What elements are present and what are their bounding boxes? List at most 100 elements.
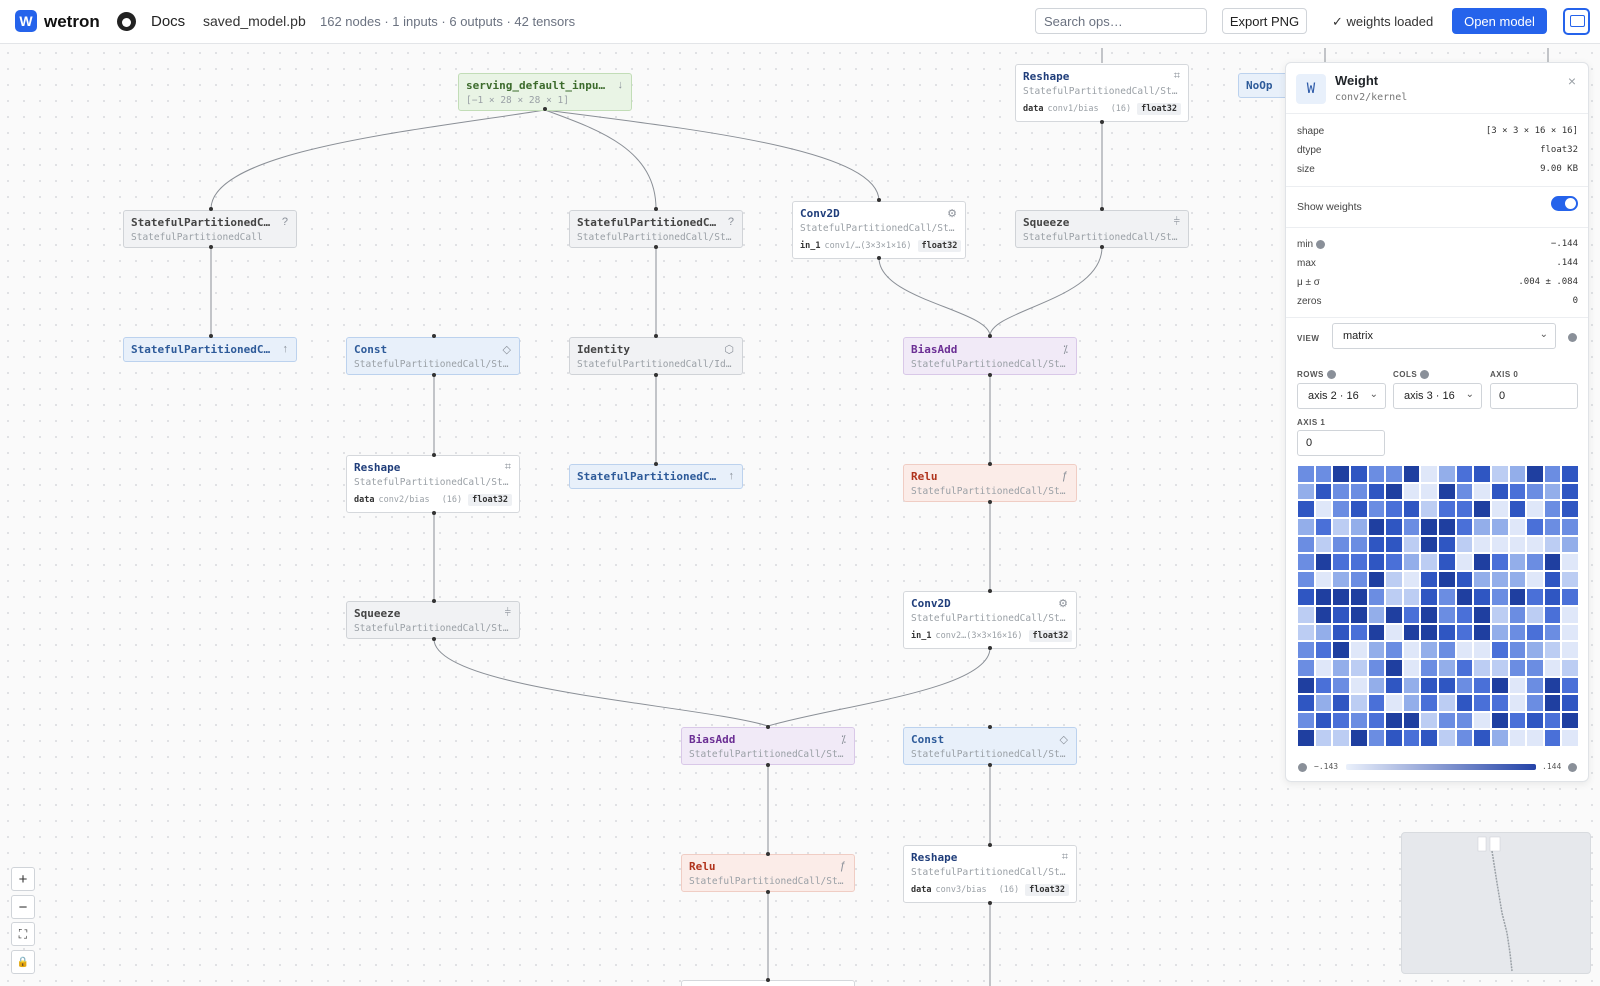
- heatmap-cell[interactable]: [1314, 517, 1333, 536]
- heatmap-cell[interactable]: [1526, 553, 1544, 571]
- heatmap-cell[interactable]: [1332, 553, 1350, 571]
- heatmap-cell[interactable]: [1349, 658, 1368, 677]
- heatmap-cell[interactable]: [1438, 517, 1456, 536]
- heatmap-cell[interactable]: [1420, 641, 1438, 659]
- heatmap-cell[interactable]: [1438, 641, 1456, 659]
- heatmap-cell[interactable]: [1508, 588, 1527, 606]
- heatmap-cell[interactable]: [1561, 553, 1579, 571]
- heatmap-cell[interactable]: [1297, 517, 1315, 536]
- heatmap-cell[interactable]: [1561, 517, 1579, 536]
- heatmap-cell[interactable]: [1490, 606, 1509, 624]
- heatmap-cell[interactable]: [1349, 729, 1368, 747]
- heatmap-cell[interactable]: [1385, 500, 1403, 518]
- heatmap-cell[interactable]: [1420, 729, 1438, 747]
- heatmap-cell[interactable]: [1438, 729, 1456, 747]
- github-icon[interactable]: [117, 12, 136, 31]
- graph-node[interactable]: Squeeze StatefulPartitionedCall/State… ⫩: [346, 601, 520, 639]
- heatmap-cell[interactable]: [1332, 517, 1350, 536]
- heatmap-cell[interactable]: [1438, 658, 1456, 677]
- heatmap-cell[interactable]: [1420, 500, 1438, 518]
- heatmap-cell[interactable]: [1490, 711, 1509, 730]
- heatmap-cell[interactable]: [1455, 676, 1474, 695]
- heatmap-cell[interactable]: [1297, 500, 1315, 518]
- heatmap-cell[interactable]: [1385, 676, 1403, 695]
- graph-node[interactable]: Const StatefulPartitionedCall/State… ◇: [903, 727, 1077, 765]
- graph-node[interactable]: serving_default_inputs [−1 × 28 × 28 × 1…: [458, 73, 632, 111]
- close-icon[interactable]: ×: [1568, 73, 1576, 89]
- graph-node[interactable]: BiasAdd StatefulPartitionedCall/State… ⁒: [903, 337, 1077, 375]
- heatmap-cell[interactable]: [1297, 482, 1315, 501]
- heatmap-cell[interactable]: [1473, 517, 1491, 536]
- graph-node[interactable]: Conv2D StatefulPartitionedCall/State… ⚙ …: [792, 201, 966, 259]
- heatmap-cell[interactable]: [1561, 641, 1579, 659]
- heatmap-cell[interactable]: [1543, 465, 1562, 483]
- heatmap-cell[interactable]: [1367, 465, 1386, 483]
- heatmap-cell[interactable]: [1297, 729, 1315, 747]
- heatmap-cell[interactable]: [1402, 729, 1421, 747]
- heatmap-cell[interactable]: [1508, 553, 1527, 571]
- heatmap-cell[interactable]: [1508, 694, 1527, 712]
- heatmap-cell[interactable]: [1402, 535, 1421, 554]
- zoom-out-button[interactable]: −: [11, 895, 35, 919]
- heatmap-cell[interactable]: [1297, 711, 1315, 730]
- heatmap-cell[interactable]: [1526, 658, 1544, 677]
- heatmap-cell[interactable]: [1490, 570, 1509, 589]
- heatmap-cell[interactable]: [1385, 658, 1403, 677]
- heatmap-cell[interactable]: [1543, 641, 1562, 659]
- heatmap-cell[interactable]: [1349, 694, 1368, 712]
- heatmap-cell[interactable]: [1561, 588, 1579, 606]
- heatmap-cell[interactable]: [1455, 729, 1474, 747]
- heatmap-cell[interactable]: [1349, 623, 1368, 642]
- heatmap-cell[interactable]: [1332, 482, 1350, 501]
- graph-node[interactable]: Reshape StatefulPartitionedCall/State… ⌗…: [346, 455, 520, 513]
- heatmap-cell[interactable]: [1490, 676, 1509, 695]
- heatmap-cell[interactable]: [1455, 588, 1474, 606]
- heatmap-cell[interactable]: [1543, 658, 1562, 677]
- heatmap-cell[interactable]: [1367, 553, 1386, 571]
- heatmap-cell[interactable]: [1508, 517, 1527, 536]
- heatmap-cell[interactable]: [1455, 500, 1474, 518]
- heatmap-cell[interactable]: [1543, 517, 1562, 536]
- heatmap-cell[interactable]: [1473, 658, 1491, 677]
- heatmap-cell[interactable]: [1526, 729, 1544, 747]
- heatmap-cell[interactable]: [1385, 641, 1403, 659]
- heatmap-cell[interactable]: [1561, 658, 1579, 677]
- heatmap-cell[interactable]: [1332, 658, 1350, 677]
- heatmap-cell[interactable]: [1526, 641, 1544, 659]
- view-select[interactable]: matrix ⌄: [1332, 323, 1556, 349]
- heatmap-cell[interactable]: [1349, 553, 1368, 571]
- heatmap-cell[interactable]: [1314, 729, 1333, 747]
- heatmap-cell[interactable]: [1526, 535, 1544, 554]
- heatmap-cell[interactable]: [1297, 658, 1315, 677]
- heatmap-cell[interactable]: [1526, 623, 1544, 642]
- heatmap-cell[interactable]: [1332, 588, 1350, 606]
- heatmap-cell[interactable]: [1455, 711, 1474, 730]
- heatmap-cell[interactable]: [1367, 570, 1386, 589]
- heatmap-cell[interactable]: [1561, 465, 1579, 483]
- heatmap-cell[interactable]: [1314, 570, 1333, 589]
- heatmap-cell[interactable]: [1385, 729, 1403, 747]
- heatmap-cell[interactable]: [1332, 570, 1350, 589]
- heatmap-cell[interactable]: [1438, 588, 1456, 606]
- app-name[interactable]: wetron: [44, 12, 100, 32]
- heatmap-cell[interactable]: [1385, 694, 1403, 712]
- heatmap-cell[interactable]: [1314, 588, 1333, 606]
- heatmap-cell[interactable]: [1508, 535, 1527, 554]
- heatmap-cell[interactable]: [1349, 570, 1368, 589]
- heatmap-cell[interactable]: [1385, 570, 1403, 589]
- heatmap-cell[interactable]: [1332, 711, 1350, 730]
- heatmap-cell[interactable]: [1455, 658, 1474, 677]
- node-weight-detail[interactable]: in_1 conv2… (3×3×16×16) float32: [911, 630, 1073, 642]
- heatmap-cell[interactable]: [1438, 623, 1456, 642]
- heatmap-cell[interactable]: [1314, 606, 1333, 624]
- heatmap-cell[interactable]: [1332, 676, 1350, 695]
- heatmap-cell[interactable]: [1561, 711, 1579, 730]
- info-icon[interactable]: [1568, 763, 1577, 772]
- heatmap-cell[interactable]: [1543, 711, 1562, 730]
- heatmap-cell[interactable]: [1402, 606, 1421, 624]
- heatmap-cell[interactable]: [1490, 623, 1509, 642]
- heatmap-cell[interactable]: [1385, 711, 1403, 730]
- heatmap-cell[interactable]: [1349, 517, 1368, 536]
- heatmap-cell[interactable]: [1473, 535, 1491, 554]
- heatmap-cell[interactable]: [1349, 535, 1368, 554]
